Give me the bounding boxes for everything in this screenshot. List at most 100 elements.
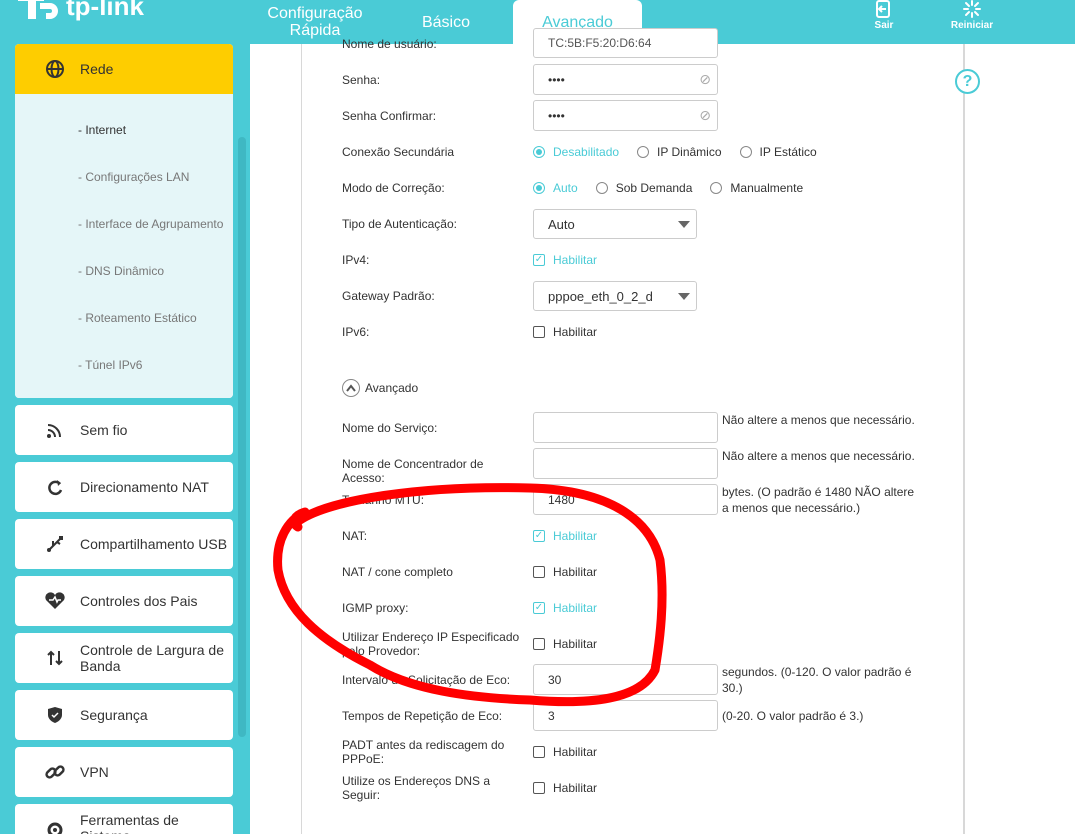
auth-type-label: Tipo de Autenticação: bbox=[342, 217, 457, 231]
username-label: Nome de usuário: bbox=[342, 37, 437, 51]
sidebar-subitem-lan[interactable]: - Configurações LAN bbox=[15, 153, 233, 200]
sidebar-item-security-label: Segurança bbox=[80, 707, 148, 723]
chevron-up-icon bbox=[342, 379, 360, 397]
help-icon[interactable]: ? bbox=[955, 69, 980, 94]
username-input[interactable]: TC:5B:F5:20:D6:64 bbox=[533, 28, 718, 58]
logout-button[interactable]: Sair bbox=[854, 0, 914, 31]
shield-icon bbox=[43, 703, 67, 727]
globe-icon bbox=[43, 57, 67, 81]
sidebar-item-parental[interactable]: Controles dos Pais bbox=[15, 576, 233, 626]
isp-ip-label: Utilizar Endereço IP Especificado pelo P… bbox=[342, 630, 520, 658]
chevron-down-icon bbox=[678, 220, 690, 228]
password-confirm-label: Senha Confirmar: bbox=[342, 109, 437, 123]
password-confirm-input[interactable]: •••• ⊘ bbox=[533, 100, 718, 131]
heart-icon bbox=[43, 589, 67, 613]
radio-disabled[interactable]: Desabilitado bbox=[533, 145, 619, 159]
sidebar-scrollbar[interactable] bbox=[238, 137, 246, 737]
access-concentrator-label: Nome de Concentrador de Acesso: bbox=[342, 457, 484, 485]
reboot-button[interactable]: Reiniciar bbox=[942, 0, 1002, 31]
echo-interval-input[interactable]: 30 bbox=[533, 664, 718, 695]
password-label: Senha: bbox=[342, 73, 381, 87]
correction-mode-label: Modo de Correção: bbox=[342, 181, 445, 195]
default-gateway-select[interactable]: pppoe_eth_0_2_d bbox=[533, 281, 697, 311]
advanced-toggle[interactable]: Avançado bbox=[342, 379, 418, 397]
ipv6-checkbox[interactable]: Habilitar bbox=[533, 325, 597, 339]
sidebar-item-nat[interactable]: Direcionamento NAT bbox=[15, 462, 233, 512]
logout-icon bbox=[876, 0, 890, 18]
sidebar-item-vpn[interactable]: VPN bbox=[15, 747, 233, 797]
sidebar-item-network-label: Rede bbox=[80, 61, 114, 77]
isp-ip-checkbox[interactable]: Habilitar bbox=[533, 637, 597, 651]
sidebar-item-security[interactable]: Segurança bbox=[15, 690, 233, 740]
padt-checkbox[interactable]: Habilitar bbox=[533, 745, 597, 759]
eye-slash-icon[interactable]: ⊘ bbox=[699, 107, 711, 124]
sidebar-item-network[interactable]: Rede bbox=[15, 44, 233, 94]
tp-link-logo: tp-link bbox=[14, 0, 144, 24]
tab-quick-setup-line2: Rápida bbox=[289, 22, 341, 39]
nat-checkbox[interactable]: Habilitar bbox=[533, 529, 597, 543]
sidebar-item-usb[interactable]: Compartilhamento USB bbox=[15, 519, 233, 569]
sidebar-submenu-network: - Internet - Configurações LAN - Interfa… bbox=[15, 94, 233, 398]
usb-icon bbox=[43, 532, 67, 556]
service-name-label: Nome do Serviço: bbox=[342, 421, 438, 435]
eye-slash-icon[interactable]: ⊘ bbox=[699, 71, 711, 88]
echo-retries-input[interactable]: 3 bbox=[533, 700, 718, 731]
radio-manual[interactable]: Manualmente bbox=[710, 181, 803, 195]
mtu-input[interactable]: 1480 bbox=[533, 484, 718, 515]
logo-text: tp-link bbox=[66, 0, 144, 21]
ipv6-label: IPv6: bbox=[342, 325, 370, 339]
sidebar-item-system-tools-label: Ferramentas de Sistema bbox=[80, 812, 179, 834]
use-dns-checkbox[interactable]: Habilitar bbox=[533, 781, 597, 795]
echo-retries-label: Tempos de Repetição de Eco: bbox=[342, 709, 503, 723]
radio-static-ip[interactable]: IP Estático bbox=[739, 145, 817, 159]
reboot-icon bbox=[963, 0, 981, 18]
nat-full-cone-checkbox[interactable]: Habilitar bbox=[533, 565, 597, 579]
auth-type-select[interactable]: Auto bbox=[533, 209, 697, 239]
nat-full-cone-label: NAT / cone completo bbox=[342, 565, 453, 579]
ipv4-label: IPv4: bbox=[342, 253, 370, 267]
sidebar-item-parental-label: Controles dos Pais bbox=[80, 593, 198, 609]
secondary-connection-radio-group: Desabilitado IP Dinâmico IP Estático bbox=[533, 145, 835, 159]
igmp-proxy-checkbox[interactable]: Habilitar bbox=[533, 601, 597, 615]
sidebar-item-nat-label: Direcionamento NAT bbox=[80, 479, 209, 495]
gear-icon bbox=[43, 818, 67, 834]
sidebar-subitem-static-routing[interactable]: - Roteamento Estático bbox=[15, 294, 233, 341]
bandwidth-icon bbox=[43, 646, 67, 670]
padt-label: PADT antes da rediscagem do PPPoE: bbox=[342, 738, 505, 766]
radio-dynamic-ip[interactable]: IP Dinâmico bbox=[637, 145, 722, 159]
reboot-label: Reiniciar bbox=[950, 20, 994, 31]
radio-auto[interactable]: Auto bbox=[533, 181, 578, 195]
radio-on-demand[interactable]: Sob Demanda bbox=[595, 181, 692, 195]
igmp-proxy-label: IGMP proxy: bbox=[342, 601, 409, 615]
mtu-label: Tamanho MTU: bbox=[342, 493, 425, 507]
sidebar-subitem-ddns[interactable]: - DNS Dinâmico bbox=[15, 247, 233, 294]
sidebar-item-bandwidth[interactable]: Controle de Largura de Banda bbox=[15, 633, 233, 683]
advanced-toggle-label: Avançado bbox=[365, 381, 419, 395]
sidebar-item-vpn-label: VPN bbox=[80, 764, 109, 780]
echo-interval-label: Intervalo de Solicitação de Eco: bbox=[342, 673, 511, 687]
default-gateway-label: Gateway Padrão: bbox=[342, 289, 435, 303]
access-concentrator-note: Não altere a menos que necessário. bbox=[722, 449, 915, 463]
sidebar-item-wireless-label: Sem fio bbox=[80, 422, 128, 438]
password-input[interactable]: •••• ⊘ bbox=[533, 64, 718, 95]
chevron-down-icon bbox=[678, 292, 690, 300]
access-concentrator-input[interactable] bbox=[533, 448, 718, 479]
sidebar-subitem-ipv6-tunnel[interactable]: - Túnel IPv6 bbox=[15, 341, 233, 388]
tab-basic-label: Básico bbox=[421, 13, 471, 31]
mtu-note: bytes. (O padrão é 1480 NÃO altere a men… bbox=[722, 485, 915, 515]
echo-retries-note: (0-20. O valor padrão é 3.) bbox=[722, 709, 864, 723]
logout-label: Sair bbox=[874, 20, 894, 31]
nat-label: NAT: bbox=[342, 529, 368, 543]
use-dns-label: Utilize os Endereços DNS a Seguir: bbox=[342, 774, 491, 802]
ipv4-checkbox[interactable]: Habilitar bbox=[533, 253, 597, 267]
service-name-input[interactable] bbox=[533, 412, 718, 443]
tab-quick-setup-line1: Configuração bbox=[267, 5, 363, 22]
tp-link-logo-icon bbox=[18, 0, 58, 19]
sidebar-item-system-tools[interactable]: Ferramentas de Sistema bbox=[15, 804, 233, 834]
sidebar-group-network: Rede - Internet - Configurações LAN - In… bbox=[15, 44, 233, 398]
password-confirm-value: •••• bbox=[548, 108, 565, 123]
sidebar-item-bandwidth-label: Controle de Largura de Banda bbox=[80, 642, 224, 674]
sidebar-subitem-bonding[interactable]: - Interface de Agrupamento bbox=[15, 200, 233, 247]
sidebar-subitem-internet[interactable]: - Internet bbox=[15, 106, 233, 153]
sidebar-item-wireless[interactable]: Sem fio bbox=[15, 405, 233, 455]
